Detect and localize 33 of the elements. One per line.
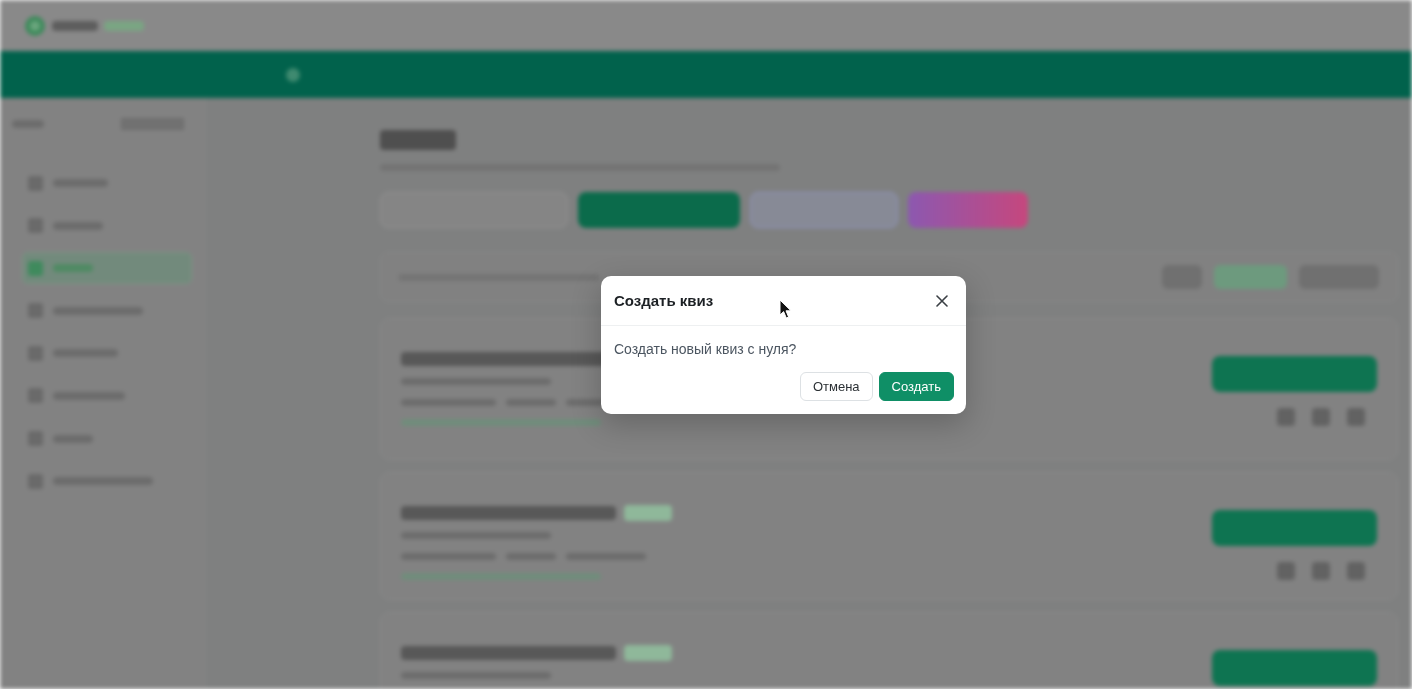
blurred-icon[interactable]	[1347, 408, 1365, 426]
sidebar-item[interactable]	[22, 252, 192, 285]
close-icon[interactable]	[936, 294, 948, 307]
create-button[interactable]: Создать	[878, 372, 954, 401]
blurred-text	[52, 20, 98, 31]
blurred-icon	[286, 67, 300, 82]
blurred-icon	[28, 388, 43, 404]
filter-chip[interactable]	[1214, 265, 1287, 289]
logo-icon	[24, 14, 46, 37]
blurred-icon	[28, 431, 43, 447]
dialog-message: Создать новый квиз с нуля?	[614, 340, 798, 359]
dialog-title: Создать квиз	[614, 292, 714, 309]
blurred-icon	[28, 260, 43, 276]
blurred-button[interactable]	[908, 192, 1028, 228]
blurred-icon	[28, 345, 43, 361]
blurred-text	[104, 20, 144, 31]
blurred-text	[53, 264, 93, 273]
blurred-icon	[28, 303, 43, 319]
blurred-icon	[28, 218, 43, 234]
blurred-button[interactable]	[1212, 650, 1377, 686]
blurred-button[interactable]	[1212, 356, 1377, 392]
blurred-icon[interactable]	[1277, 408, 1295, 426]
blurred-icon[interactable]	[1312, 408, 1330, 426]
blurred-icon	[28, 473, 43, 489]
blurred-icon[interactable]	[1312, 562, 1330, 580]
mouse-pointer-icon	[779, 299, 792, 319]
blurred-icon[interactable]	[1347, 562, 1365, 580]
cancel-button[interactable]: Отмена	[799, 372, 873, 401]
blurred-icon[interactable]	[1277, 562, 1295, 580]
blurred-button[interactable]	[750, 192, 898, 228]
blurred-button[interactable]	[578, 192, 740, 228]
blurred-icon	[28, 175, 43, 191]
blurred-button[interactable]	[1212, 510, 1377, 546]
